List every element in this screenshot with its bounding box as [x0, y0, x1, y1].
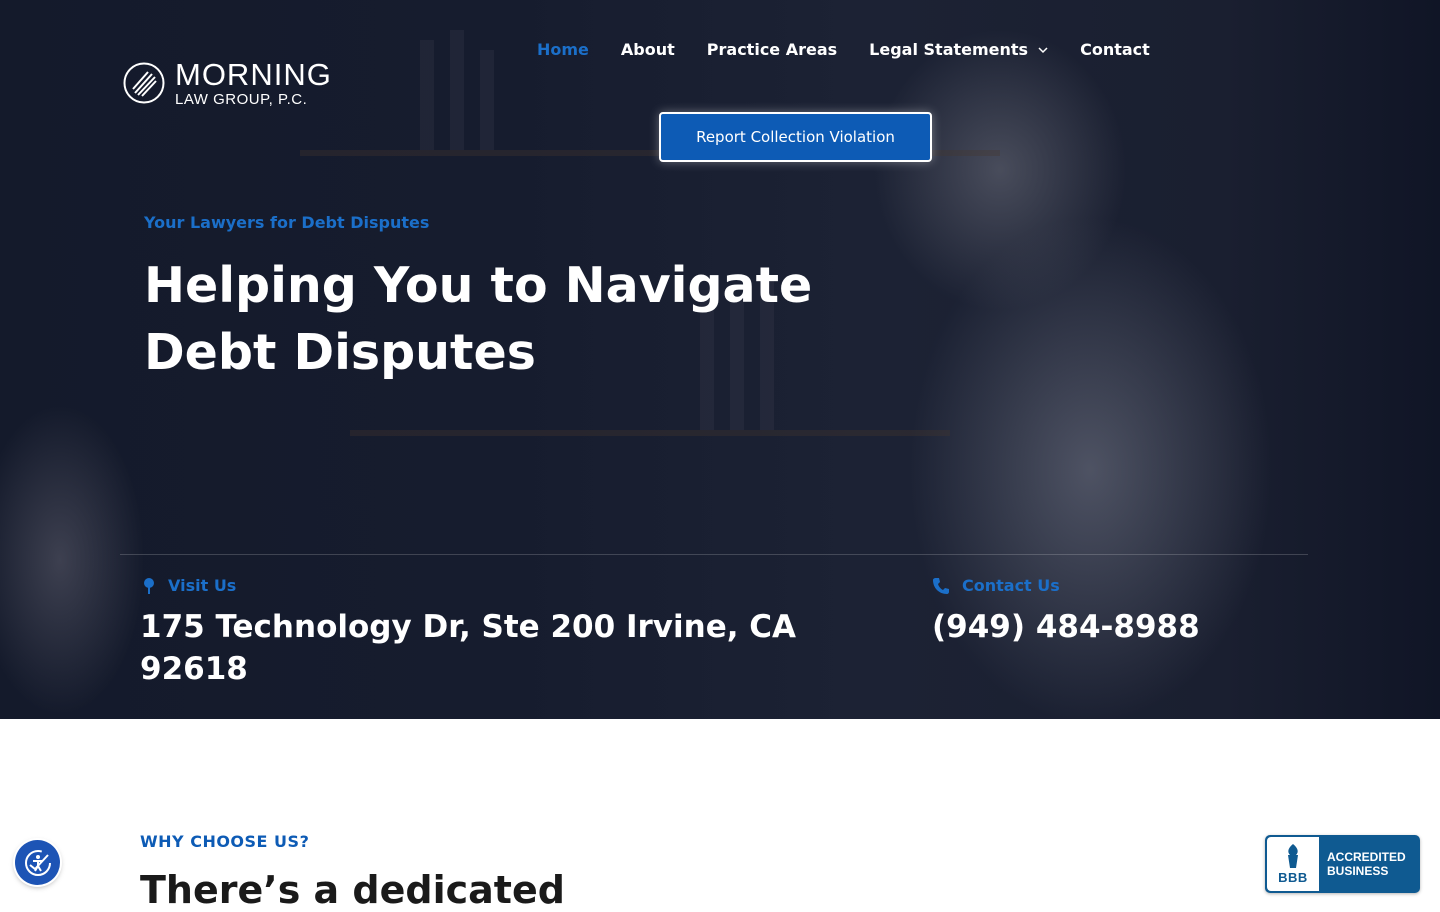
logo-subtitle: LAW GROUP, P.C.	[175, 91, 308, 108]
accessibility-icon	[24, 849, 51, 876]
hero-headline: Helping You to Navigate Debt Disputes	[144, 257, 813, 381]
why-choose-us-headline: There’s a dedicated	[140, 868, 565, 912]
visit-us-text: Visit Us	[168, 576, 237, 595]
contact-us-text: Contact Us	[962, 576, 1060, 595]
phone-number-link[interactable]: (949) 484-8988	[932, 606, 1200, 648]
chevron-down-icon	[1038, 46, 1048, 53]
site-logo[interactable]: MORNING LAW GROUP, P.C.	[123, 59, 332, 107]
bbb-accredited-badge[interactable]: BBB ACCREDITED BUSINESS	[1265, 835, 1420, 893]
contact-us-label: Contact Us	[932, 576, 1060, 595]
nav-item-about[interactable]: About	[605, 40, 691, 59]
nav-item-label: Legal Statements	[869, 40, 1029, 59]
address-value: 175 Technology Dr, Ste 200 Irvine, CA 92…	[140, 609, 797, 687]
hero-eyebrow: Your Lawyers for Debt Disputes	[144, 213, 430, 232]
logo-title: MORNING	[175, 57, 332, 92]
nav-item-legal-statements[interactable]: Legal Statements	[853, 40, 1064, 59]
visit-us-label: Visit Us	[142, 576, 236, 595]
logo-mark-icon	[123, 62, 165, 104]
main-nav: Home About Practice Areas Legal Statemen…	[521, 40, 1166, 59]
bbb-logo-text: BBB	[1278, 870, 1308, 885]
nav-item-practice-areas[interactable]: Practice Areas	[691, 40, 853, 59]
book-decoration	[450, 30, 464, 150]
nav-item-contact[interactable]: Contact	[1064, 40, 1166, 59]
map-pin-icon	[144, 577, 154, 594]
shelf-decoration	[350, 430, 950, 436]
hero-section: MORNING LAW GROUP, P.C. Home About Pract…	[0, 0, 1440, 719]
book-decoration	[480, 50, 494, 150]
report-collection-violation-button[interactable]: Report Collection Violation	[659, 112, 932, 162]
why-choose-us-eyebrow: WHY CHOOSE US?	[140, 832, 310, 851]
bbb-line1: ACCREDITED	[1327, 850, 1406, 864]
bbb-logo: BBB	[1267, 837, 1319, 891]
bbb-line2: BUSINESS	[1327, 864, 1389, 878]
hero-divider	[120, 554, 1308, 555]
phone-icon	[933, 577, 949, 594]
book-decoration	[420, 40, 434, 150]
accessibility-button[interactable]	[15, 840, 60, 885]
nav-item-home[interactable]: Home	[521, 40, 605, 59]
bbb-torch-icon	[1288, 844, 1298, 868]
